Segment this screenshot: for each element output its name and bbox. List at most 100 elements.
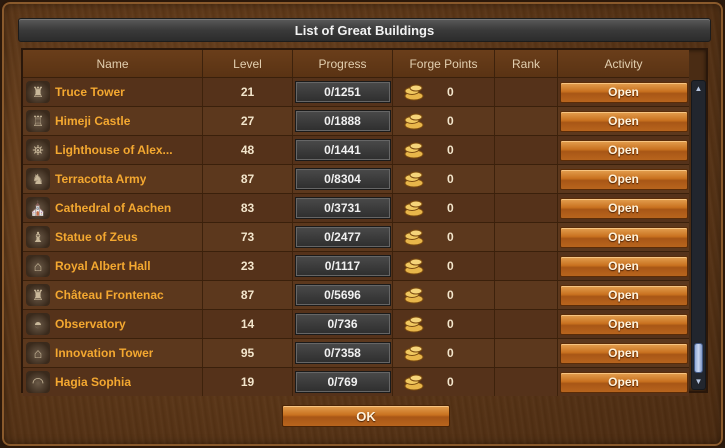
level-cell: 21 bbox=[203, 78, 293, 106]
cathedral-icon: ⛪ bbox=[26, 197, 50, 219]
progress-bar: 0/736 bbox=[294, 313, 391, 335]
table-row: ⌂ Royal Albert Hall 23 0/1117 0 Open bbox=[23, 251, 689, 280]
forge-points-icon bbox=[403, 373, 425, 391]
level-cell: 95 bbox=[203, 339, 293, 367]
activity-cell: Open bbox=[558, 194, 689, 222]
building-name[interactable]: Observatory bbox=[55, 317, 126, 331]
great-buildings-dialog: List of Great Buildings Name Level Progr… bbox=[0, 0, 725, 448]
open-button[interactable]: Open bbox=[559, 371, 688, 393]
level-cell: 27 bbox=[203, 107, 293, 135]
scroll-up-arrow-icon[interactable]: ▲ bbox=[693, 83, 704, 94]
name-cell: ♖ Himeji Castle bbox=[23, 107, 203, 135]
forge-points-cell: 0 bbox=[393, 136, 495, 164]
open-button[interactable]: Open bbox=[559, 313, 688, 335]
table-row: ♜ Truce Tower 21 0/1251 0 Open bbox=[23, 77, 689, 106]
progress-cell: 0/1441 bbox=[293, 136, 393, 164]
progress-cell: 0/1251 bbox=[293, 78, 393, 106]
forge-points-cell: 0 bbox=[393, 339, 495, 367]
column-header-forge-points[interactable]: Forge Points bbox=[393, 50, 495, 77]
hall-icon: ⌂ bbox=[26, 255, 50, 277]
tower-icon: ♜ bbox=[26, 81, 50, 103]
open-button[interactable]: Open bbox=[559, 110, 688, 132]
name-cell: ♝ Statue of Zeus bbox=[23, 223, 203, 251]
open-button[interactable]: Open bbox=[559, 197, 688, 219]
building-name[interactable]: Himeji Castle bbox=[55, 114, 130, 128]
open-button[interactable]: Open bbox=[559, 81, 688, 103]
level-cell: 48 bbox=[203, 136, 293, 164]
building-name[interactable]: Innovation Tower bbox=[55, 346, 153, 360]
column-header-level[interactable]: Level bbox=[203, 50, 293, 77]
forge-points-icon bbox=[403, 199, 425, 217]
forge-points-value: 0 bbox=[447, 114, 454, 128]
open-button[interactable]: Open bbox=[559, 255, 688, 277]
progress-cell: 0/8304 bbox=[293, 165, 393, 193]
rank-cell bbox=[495, 78, 558, 106]
column-header-name[interactable]: Name bbox=[23, 50, 203, 77]
progress-cell: 0/7358 bbox=[293, 339, 393, 367]
progress-bar: 0/1117 bbox=[294, 255, 391, 277]
name-cell: ♜ Château Frontenac bbox=[23, 281, 203, 309]
open-button[interactable]: Open bbox=[559, 139, 688, 161]
progress-cell: 0/1888 bbox=[293, 107, 393, 135]
building-name[interactable]: Terracotta Army bbox=[55, 172, 146, 186]
activity-cell: Open bbox=[558, 339, 689, 367]
ok-button[interactable]: OK bbox=[282, 405, 450, 427]
forge-points-icon bbox=[403, 315, 425, 333]
table-row: ◠ Hagia Sophia 19 0/769 0 Open bbox=[23, 367, 689, 396]
activity-cell: Open bbox=[558, 223, 689, 251]
army-icon: ♞ bbox=[26, 168, 50, 190]
innovation-tower-icon: ⌂ bbox=[26, 342, 50, 364]
building-name[interactable]: Lighthouse of Alex... bbox=[55, 143, 173, 157]
building-name[interactable]: Hagia Sophia bbox=[55, 375, 131, 389]
forge-points-value: 0 bbox=[447, 172, 454, 186]
building-name[interactable]: Cathedral of Aachen bbox=[55, 201, 171, 215]
forge-points-value: 0 bbox=[447, 259, 454, 273]
column-header-progress[interactable]: Progress bbox=[293, 50, 393, 77]
building-name[interactable]: Statue of Zeus bbox=[55, 230, 138, 244]
forge-points-value: 0 bbox=[447, 201, 454, 215]
name-cell: ◠ Hagia Sophia bbox=[23, 368, 203, 396]
forge-points-cell: 0 bbox=[393, 78, 495, 106]
table-body: ♜ Truce Tower 21 0/1251 0 Open ♖ Himeji … bbox=[23, 77, 689, 396]
rank-cell bbox=[495, 136, 558, 164]
open-button[interactable]: Open bbox=[559, 284, 688, 306]
forge-points-value: 0 bbox=[447, 317, 454, 331]
progress-bar: 0/8304 bbox=[294, 168, 391, 190]
forge-points-cell: 0 bbox=[393, 281, 495, 309]
progress-cell: 0/1117 bbox=[293, 252, 393, 280]
table-row: ♜ Château Frontenac 87 0/5696 0 Open bbox=[23, 280, 689, 309]
progress-bar: 0/7358 bbox=[294, 342, 391, 364]
table-row: ⛯ Lighthouse of Alex... 48 0/1441 0 Open bbox=[23, 135, 689, 164]
progress-bar: 0/769 bbox=[294, 371, 391, 393]
scroll-down-arrow-icon[interactable]: ▼ bbox=[693, 376, 704, 387]
rank-cell bbox=[495, 339, 558, 367]
level-cell: 14 bbox=[203, 310, 293, 338]
name-cell: ⌂ Royal Albert Hall bbox=[23, 252, 203, 280]
table-scrollbar[interactable]: ▲ ▼ bbox=[691, 80, 706, 390]
building-name[interactable]: Château Frontenac bbox=[55, 288, 164, 302]
forge-points-icon bbox=[403, 228, 425, 246]
rank-cell bbox=[495, 165, 558, 193]
rank-cell bbox=[495, 368, 558, 396]
progress-bar: 0/1888 bbox=[294, 110, 391, 132]
open-button[interactable]: Open bbox=[559, 226, 688, 248]
forge-points-cell: 0 bbox=[393, 165, 495, 193]
dialog-title: List of Great Buildings bbox=[18, 18, 711, 42]
rank-cell bbox=[495, 194, 558, 222]
rank-cell bbox=[495, 281, 558, 309]
level-cell: 19 bbox=[203, 368, 293, 396]
name-cell: ♜ Truce Tower bbox=[23, 78, 203, 106]
name-cell: ♞ Terracotta Army bbox=[23, 165, 203, 193]
building-name[interactable]: Royal Albert Hall bbox=[55, 259, 151, 273]
open-button[interactable]: Open bbox=[559, 168, 688, 190]
column-header-rank[interactable]: Rank bbox=[495, 50, 558, 77]
level-cell: 87 bbox=[203, 281, 293, 309]
observatory-icon: ◓ bbox=[26, 313, 50, 335]
building-name[interactable]: Truce Tower bbox=[55, 85, 125, 99]
scrollbar-thumb[interactable] bbox=[694, 343, 703, 373]
forge-points-value: 0 bbox=[447, 346, 454, 360]
level-cell: 73 bbox=[203, 223, 293, 251]
activity-cell: Open bbox=[558, 78, 689, 106]
open-button[interactable]: Open bbox=[559, 342, 688, 364]
forge-points-cell: 0 bbox=[393, 107, 495, 135]
